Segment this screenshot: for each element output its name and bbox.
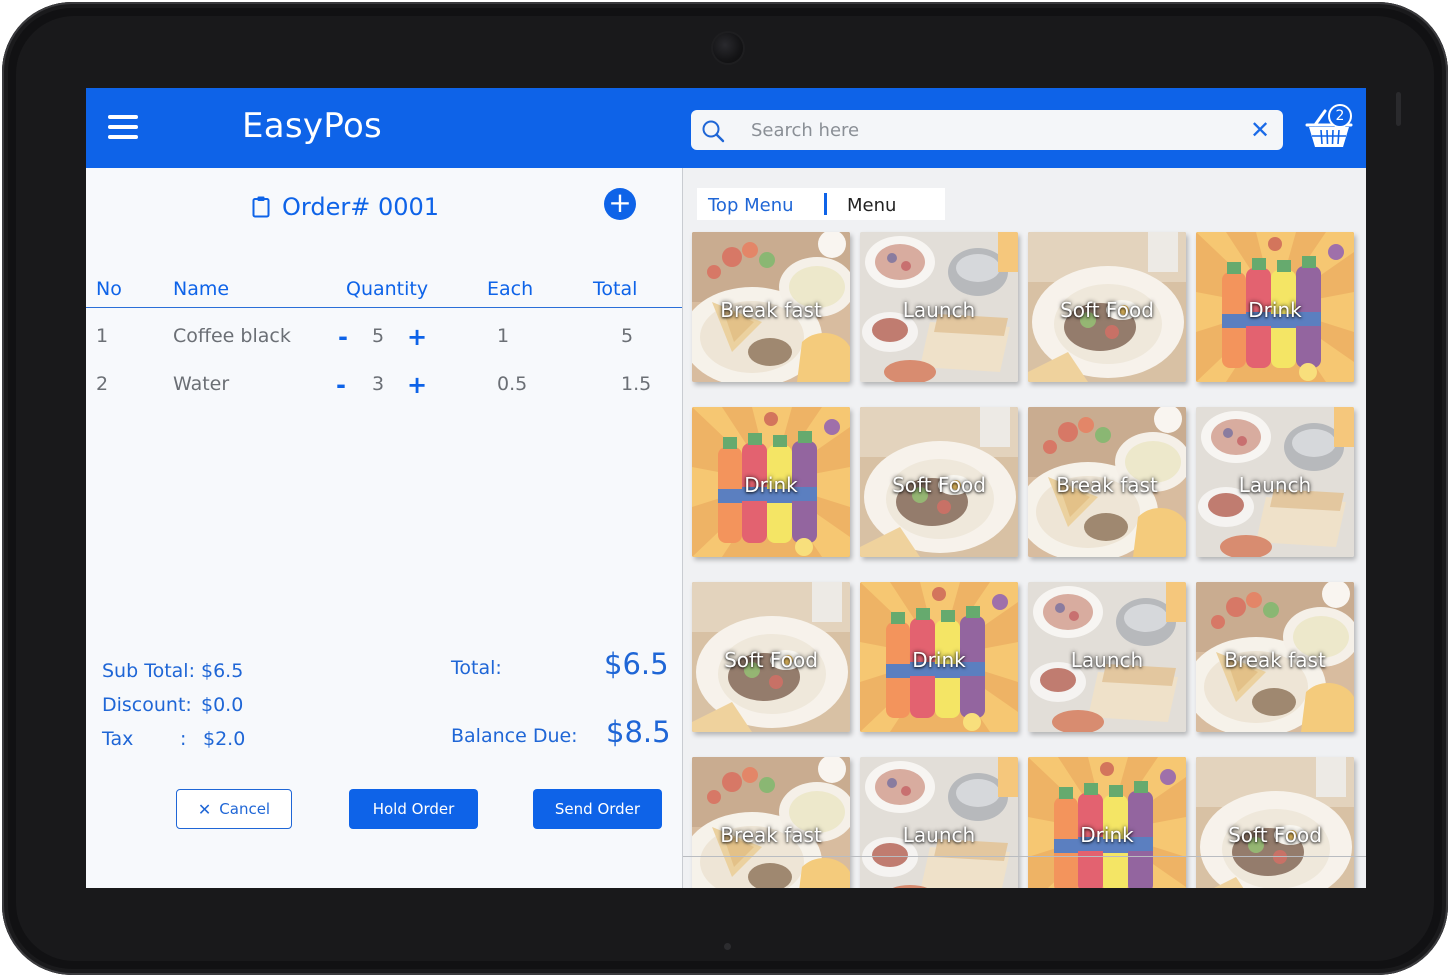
menu-tile-soft[interactable]: Soft Food [1196,757,1354,888]
menu-tile-breakfast[interactable]: Break fast [1196,582,1354,732]
send-order-button[interactable]: Send Order [533,789,662,829]
menu-tile-breakfast[interactable]: Break fast [1028,407,1186,557]
subtotal-label: Sub Total: [102,660,195,682]
menu-tile-lunch[interactable]: Launch [860,757,1018,888]
search-input[interactable] [751,116,1221,144]
hold-order-button[interactable]: Hold Order [349,789,478,829]
close-icon: ✕ [197,799,212,819]
item-quantity: 3 [372,373,385,395]
plus-icon: + [608,186,632,219]
menu-tile-label: Drink [912,648,966,672]
row-number: 1 [96,325,109,347]
menu-tile-label: Launch [1238,473,1312,497]
column-header-total: Total [593,278,638,300]
item-total: 5 [621,325,634,347]
tab-active-indicator [824,193,827,215]
menu-tile-drink[interactable]: Drink [692,407,850,557]
item-name: Coffee black [173,325,291,347]
menu-tile-label: Soft Food [1060,298,1154,322]
cart-button[interactable]: 2 [1301,103,1357,153]
menu-tile-label: Drink [1248,298,1302,322]
menu-tile-lunch[interactable]: Launch [1028,582,1186,732]
order-title: Order# 0001 [252,192,439,222]
increase-quantity-button[interactable]: + [407,373,427,397]
menu-tile-soft[interactable]: Soft Food [860,407,1018,557]
tab-menu[interactable]: Menu [847,188,896,220]
item-quantity: 5 [372,325,385,347]
discount-label: Discount: [102,694,192,716]
tax-colon: : [180,728,187,750]
total-value: $6.5 [604,647,669,681]
hamburger-menu-icon[interactable] [108,115,138,139]
app-header: EasyPos ✕ 2 [86,88,1366,168]
order-panel: Order# 0001 + No Name Quantity Each Tota… [86,168,682,888]
menu-tile-soft[interactable]: Soft Food [1028,232,1186,382]
menu-tile-label: Soft Food [724,648,818,672]
add-order-button[interactable]: + [604,188,636,220]
item-name: Water [173,373,230,395]
table-header-divider [86,307,682,308]
item-each-price: 0.5 [497,373,528,395]
balance-due-value: $8.5 [606,715,671,749]
decrease-quantity-button[interactable]: - [336,373,346,397]
row-number: 2 [96,373,109,395]
menu-tabs: Top Menu Menu [697,188,945,220]
search-icon[interactable] [701,119,725,143]
menu-tile-label: Launch [902,298,976,322]
cancel-label: Cancel [219,800,271,818]
column-header-quantity: Quantity [346,278,429,300]
menu-tile-drink[interactable]: Drink [1196,232,1354,382]
column-header-each: Each [487,278,534,300]
total-label: Total: [451,657,502,679]
column-header-name: Name [173,278,230,300]
cart-count-badge: 2 [1328,104,1352,128]
item-each-price: 1 [497,325,510,347]
app-title: EasyPos [242,106,383,146]
menu-tile-label: Drink [744,473,798,497]
menu-panel-divider [683,856,1366,857]
subtotal-value: $6.5 [201,660,244,682]
menu-tile-label: Launch [1070,648,1144,672]
menu-panel: Top Menu Menu Break fast Launch Soft Foo… [682,168,1366,888]
menu-tile-label: Break fast [720,823,822,847]
cancel-button[interactable]: ✕ Cancel [176,789,292,829]
menu-tile-label: Soft Food [1228,823,1322,847]
tax-label: Tax [102,728,134,750]
increase-quantity-button[interactable]: + [407,325,427,349]
menu-tile-lunch[interactable]: Launch [860,232,1018,382]
tax-value: $2.0 [203,728,246,750]
balance-due-label: Balance Due: [451,725,578,747]
menu-tile-label: Soft Food [892,473,986,497]
home-indicator [724,943,731,950]
side-button [1396,92,1401,126]
decrease-quantity-button[interactable]: - [338,325,348,349]
clipboard-icon [252,196,270,218]
menu-tile-soft[interactable]: Soft Food [692,582,850,732]
column-header-no: No [96,278,122,300]
tab-top-menu[interactable]: Top Menu [697,188,824,220]
menu-tile-lunch[interactable]: Launch [1196,407,1354,557]
menu-tile-label: Break fast [1224,648,1326,672]
menu-tile-label: Break fast [1056,473,1158,497]
camera-icon [713,33,743,63]
item-total: 1.5 [621,373,652,395]
menu-tile-drink[interactable]: Drink [1028,757,1186,888]
menu-tile-label: Drink [1080,823,1134,847]
menu-tile-drink[interactable]: Drink [860,582,1018,732]
menu-tile-label: Launch [902,823,976,847]
order-number: Order# 0001 [282,193,440,221]
menu-tile-breakfast[interactable]: Break fast [692,757,850,888]
menu-tile-label: Break fast [720,298,822,322]
search-bar: ✕ [691,110,1283,150]
discount-value: $0.0 [201,694,244,716]
app-screen: EasyPos ✕ 2 [86,88,1366,888]
clear-search-icon[interactable]: ✕ [1248,118,1272,142]
menu-tile-breakfast[interactable]: Break fast [692,232,850,382]
